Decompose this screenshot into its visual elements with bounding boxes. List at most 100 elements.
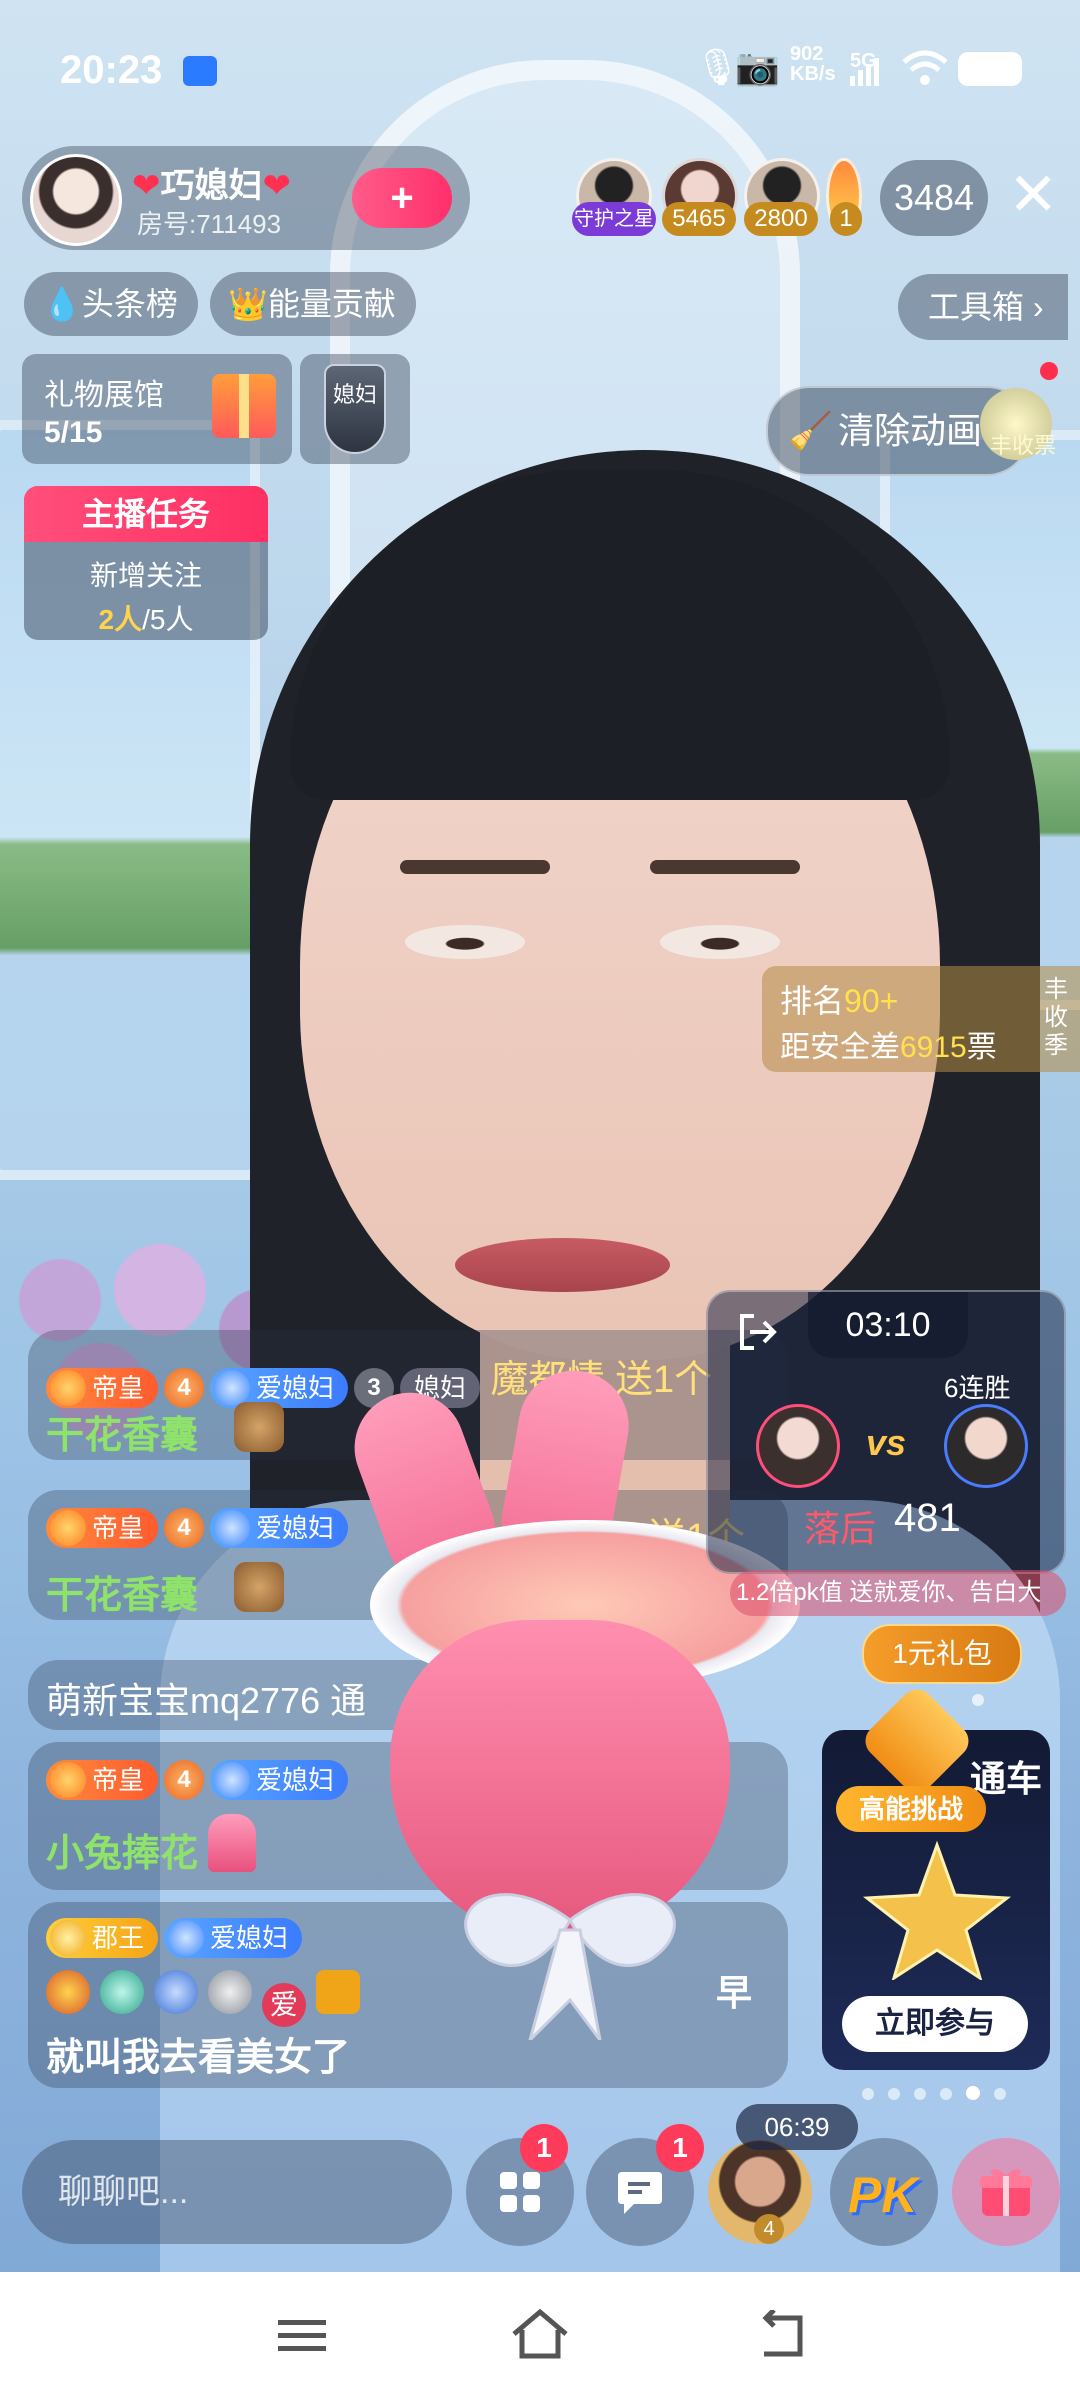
shield-icon: 媳妇 [324, 364, 386, 454]
toolbox-button[interactable]: 工具箱 › [898, 274, 1068, 340]
message-notification-badge: 1 [656, 2124, 704, 2172]
gift-hall-title: 礼物展馆 [44, 379, 164, 412]
love-medal: 爱 [262, 1983, 307, 2027]
join-now-button[interactable]: 立即参与 [842, 1996, 1028, 2052]
rank-side-label: 丰 收 季 [1044, 976, 1068, 1059]
pk-marquee: 1.2倍pk值 送就爱你、告白大 [730, 1570, 1066, 1616]
level-badge: 4 [164, 1760, 205, 1800]
signal-icon [848, 58, 884, 88]
gift-name: 干花香囊 [46, 1415, 199, 1457]
viewer-badge-3: 2800 [744, 202, 818, 236]
camera-icon: 📷 [735, 46, 780, 87]
gem-icon [50, 1920, 86, 1956]
sachet-gift-icon [234, 1562, 284, 1612]
rank-line: 排名90+ [780, 983, 899, 1019]
left-eye [405, 925, 525, 959]
star-medal-icon [208, 1970, 252, 2014]
chat-bubble-icon [616, 2168, 664, 2216]
anchor-task-card[interactable]: 主播任务 新增关注 2人/5人 [24, 486, 268, 640]
chat-text: 就叫我去看美女了 [46, 2037, 351, 2079]
pk-panel[interactable]: 03:10 6连胜 vs 落后 481 [706, 1290, 1066, 1574]
host-avatar[interactable] [30, 154, 122, 246]
pk-timer: 03:10 [808, 1292, 968, 1358]
viewer-badge-4: 1 [830, 202, 862, 236]
home-icon[interactable] [510, 2308, 570, 2360]
fan-level-icon [214, 1762, 251, 1798]
rank-panel[interactable]: 排名90+ 距安全差6915票 丰 收 季 [762, 966, 1080, 1072]
level-badge: 4 [164, 1367, 205, 1408]
chat-badges: 郡王 爱媳妇 [46, 1918, 308, 1958]
energy-contribution-button[interactable]: 👑能量贡献 [210, 272, 416, 336]
rank-gap: 距安全差6915票 [780, 1031, 997, 1064]
emperor-badge: 帝皇 [46, 1760, 159, 1800]
one-yuan-gift-pack-button[interactable]: 1元礼包 [862, 1624, 1022, 1684]
through-train-promo[interactable]: 通车 高能挑战 立即参与 [822, 1682, 1050, 2070]
emperor-badge: 帝皇 [46, 1508, 159, 1548]
crown-icon: 👑 [228, 286, 268, 322]
back-icon[interactable] [756, 2308, 806, 2360]
fan-club-badge[interactable]: 媳妇 [300, 354, 410, 464]
level-badge: 4 [164, 1508, 205, 1548]
chat-badges: 帝皇 4 爱媳妇 [46, 1760, 354, 1800]
exit-pk-icon[interactable] [734, 1310, 778, 1354]
carousel-dot [972, 1694, 984, 1706]
ribbon-bow [430, 1880, 710, 2046]
follow-button[interactable]: + [352, 168, 452, 228]
viewer-count[interactable]: 3484 [880, 160, 988, 236]
viewer-badge-1: 守护之星 [572, 202, 656, 236]
host-name: ❤巧媳妇❤ [132, 167, 291, 205]
pk-opponent-avatar[interactable] [944, 1404, 1028, 1488]
broom-icon: 🧹 [788, 410, 833, 451]
medal-row: 爱 [46, 1970, 361, 2027]
heart-medal-icon [100, 1970, 144, 2014]
wifi-icon [902, 50, 948, 86]
gift-button[interactable] [952, 2138, 1060, 2246]
fan-level-icon [214, 1510, 251, 1546]
medal-icon [46, 1970, 90, 2014]
pk-host-avatar[interactable] [756, 1404, 840, 1488]
gift-box-icon [212, 374, 276, 438]
bunny-bouquet-gift-icon [208, 1814, 256, 1872]
pk-streak: 6连胜 [944, 1373, 1011, 1403]
gift-hall-progress: 5/15 [44, 416, 103, 449]
task-progress: 2人/5人 [98, 604, 194, 635]
notification-dot [1040, 362, 1058, 380]
mic-icon: 🎙 [695, 46, 741, 87]
pk-score: 481 [894, 1496, 961, 1540]
menu-icon[interactable] [278, 2318, 326, 2354]
gift-name: 干花香囊 [46, 1575, 199, 1617]
prince-badge: 郡王 [46, 1918, 159, 1958]
fan-level-icon [214, 1369, 251, 1406]
high-energy-challenge-label: 高能挑战 [836, 1786, 986, 1832]
task-desc: 新增关注 [89, 560, 202, 591]
cast-icon [183, 56, 217, 86]
fan-badge: 爱媳妇 [210, 1760, 349, 1800]
fan-badge: 爱媳妇 [210, 1367, 349, 1408]
event-timer: 06:39 [736, 2104, 858, 2150]
emperor-badge: 帝皇 [46, 1367, 159, 1408]
host-card[interactable]: ❤巧媳妇❤ 房号:711493 + [22, 146, 470, 250]
viewer-badge-2: 5465 [662, 202, 736, 236]
right-brow [650, 860, 800, 874]
gem-icon [50, 1369, 86, 1406]
vs-label: vs [866, 1422, 907, 1463]
star-trophy-icon [862, 1840, 1012, 1982]
heart-medal-icon [154, 1970, 198, 2014]
pk-status: 落后 [804, 1508, 877, 1549]
battery-icon [958, 52, 1022, 86]
system-navigation-bar [0, 2272, 1080, 2400]
task-title: 主播任务 [24, 486, 268, 542]
chat-input[interactable]: 聊聊吧... [22, 2140, 452, 2244]
gift-name: 小兔捧花 [46, 1833, 199, 1875]
close-button[interactable]: ✕ [1008, 165, 1058, 225]
headline-ranking-button[interactable]: 💧头条榜 [24, 272, 198, 336]
gift-hall-card[interactable]: 礼物展馆 5/15 [22, 354, 292, 464]
drop-icon: 💧 [42, 286, 82, 322]
gift-icon [978, 2164, 1034, 2220]
fan-level-icon [168, 1920, 205, 1956]
fan-badge: 爱媳妇 [210, 1508, 349, 1548]
pk-button[interactable]: PK [830, 2138, 938, 2246]
left-brow [400, 860, 550, 874]
promo-carousel-dots [862, 2086, 1006, 2105]
room-number: 房号:711493 [137, 209, 282, 239]
